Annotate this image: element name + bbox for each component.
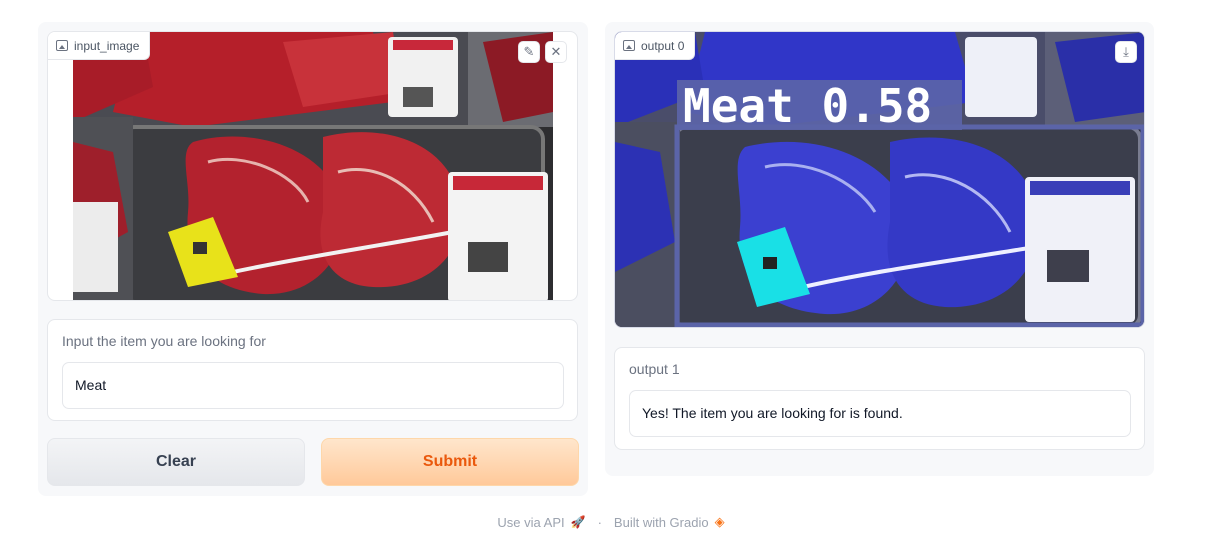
input-text-block: Input the item you are looking for Meat <box>47 319 578 421</box>
input-image-block[interactable]: input_image ✎ ✕ <box>47 31 578 301</box>
output-image-label-text: output 0 <box>641 38 685 53</box>
gradio-logo-icon: ◈ <box>714 514 725 529</box>
input-image-label: input_image <box>48 32 151 60</box>
output-text-label: output 1 <box>629 361 680 377</box>
pencil-icon[interactable]: ✎ <box>518 41 540 63</box>
output-text-block: output 1 Yes! The item you are looking f… <box>614 347 1145 450</box>
output-result-textbox[interactable]: Yes! The item you are looking for is fou… <box>629 390 1131 437</box>
output-image-label: output 0 <box>615 32 696 60</box>
image-icon <box>623 40 635 51</box>
output-image-block: output 0 ⤓ Meat 0.58 <box>614 31 1145 328</box>
input-image-label-text: input_image <box>74 38 140 53</box>
built-with-gradio-link[interactable]: Built with Gradio <box>614 515 709 530</box>
close-icon[interactable]: ✕ <box>545 41 567 63</box>
use-via-api-link[interactable]: Use via API <box>497 515 564 530</box>
image-icon <box>56 40 68 51</box>
download-icon[interactable]: ⤓ <box>1115 41 1137 63</box>
output-panel: output 0 ⤓ Meat 0.58 output 1 Yes! The i… <box>605 22 1154 476</box>
input-panel: input_image ✎ ✕ Input the item you are l… <box>38 22 588 496</box>
submit-button[interactable]: Submit <box>321 438 579 486</box>
input-text-label: Input the item you are looking for <box>62 333 266 349</box>
footer-separator: · <box>597 514 602 530</box>
footer: Use via API 🚀 · Built with Gradio ◈ <box>0 514 1222 530</box>
output-photo: Meat 0.58 <box>615 32 1144 327</box>
item-query-input[interactable]: Meat <box>62 362 564 409</box>
rocket-icon: 🚀 <box>570 515 586 529</box>
clear-button[interactable]: Clear <box>47 438 305 486</box>
detection-label: Meat 0.58 <box>683 79 932 133</box>
input-photo <box>73 32 553 300</box>
